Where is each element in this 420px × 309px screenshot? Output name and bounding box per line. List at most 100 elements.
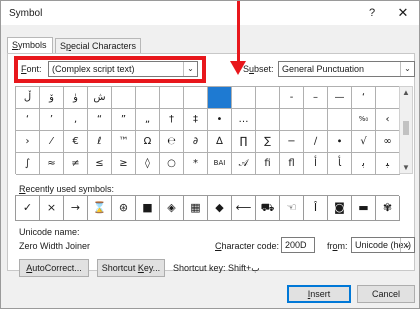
symbol-cell[interactable]: ۈ (64, 87, 88, 109)
symbol-cell[interactable]: - (280, 87, 304, 109)
dialog-title: Symbol (9, 8, 43, 19)
symbol-cell[interactable]: ⁄ (40, 131, 64, 153)
close-button[interactable]: ✕ (391, 4, 415, 22)
symbol-cell[interactable]: ∏ (232, 131, 256, 153)
symbol-cell[interactable]: ﬁ (256, 153, 280, 175)
recent-symbol-cell[interactable]: ✾ (376, 196, 400, 221)
symbol-cell[interactable]: ∫ (16, 153, 40, 175)
symbol-cell[interactable]: ∂ (184, 131, 208, 153)
symbol-grid-scrollbar[interactable]: ▲ ▼ (399, 86, 413, 174)
symbol-cell[interactable] (208, 87, 232, 109)
character-code-input[interactable]: 200D (281, 237, 315, 253)
from-select[interactable]: Unicode (hex) ⌄ (351, 237, 415, 253)
symbol-cell[interactable]: ‡ (184, 109, 208, 131)
tab-symbols[interactable]: Symbols (7, 37, 53, 54)
symbol-cell[interactable]: * (184, 153, 208, 175)
symbol-cell[interactable]: ≤ (88, 153, 112, 175)
autocorrect-button[interactable]: AutoCorrect... (19, 259, 89, 277)
symbol-cell[interactable]: ’ (40, 109, 64, 131)
symbol-cell[interactable]: ∙ (328, 131, 352, 153)
symbol-cell[interactable]: † (160, 109, 184, 131)
highlight-box (14, 56, 206, 83)
recent-symbol-cell[interactable]: ⟵ (232, 196, 256, 221)
symbol-cell[interactable]: ○ (160, 153, 184, 175)
symbol-cell[interactable]: ≥ (112, 153, 136, 175)
symbol-cell[interactable]: – (304, 87, 328, 109)
symbol-cell[interactable]: ∑ (256, 131, 280, 153)
symbol-cell[interactable]: 𝒜 (232, 153, 256, 175)
symbol-cell[interactable] (304, 109, 328, 131)
recent-symbol-cell[interactable]: ▬ (352, 196, 376, 221)
symbol-cell[interactable]: ∆ (208, 131, 232, 153)
recent-symbol-cell[interactable]: Î (304, 196, 328, 221)
chevron-down-icon: ⌄ (400, 238, 414, 252)
symbol-cell[interactable]: ℮ (160, 131, 184, 153)
symbol-cell[interactable] (232, 87, 256, 109)
shortcut-key-button[interactable]: Shortcut Key... (97, 259, 165, 277)
symbol-cell[interactable]: √ (352, 131, 376, 153)
symbol-cell[interactable]: ۆ (40, 87, 64, 109)
symbol-cell[interactable]: ﬂ (280, 153, 304, 175)
symbol-cell[interactable]: ڵ (16, 87, 40, 109)
symbol-cell[interactable]: ﺄ (328, 153, 352, 175)
symbol-cell[interactable]: … (232, 109, 256, 131)
recent-symbols-row: ✓ × → ⌛ ⊛ ■ ◈ ▦ ◆ ⟵ ⛟ ☜ Î ◙ ▬ ✾ (15, 195, 400, 221)
symbol-cell[interactable] (184, 87, 208, 109)
symbol-cell[interactable] (136, 87, 160, 109)
symbol-cell[interactable]: ‘ (352, 87, 376, 109)
scroll-thumb[interactable] (403, 121, 409, 135)
recent-symbol-cell[interactable]: × (40, 196, 64, 221)
recent-symbol-cell[interactable]: ◆ (208, 196, 232, 221)
insert-button[interactable]: Insert (287, 285, 351, 303)
symbol-cell[interactable]: ‘ (16, 109, 40, 131)
recent-symbol-cell[interactable]: ◈ (160, 196, 184, 221)
symbol-cell[interactable]: “ (88, 109, 112, 131)
symbol-cell[interactable]: ◊ (136, 153, 160, 175)
recent-symbol-cell[interactable]: → (64, 196, 88, 221)
symbol-cell[interactable]: Ω (136, 131, 160, 153)
symbol-cell[interactable]: ش (88, 87, 112, 109)
symbol-cell[interactable]: ﺒ (376, 153, 400, 175)
symbol-cell[interactable] (256, 87, 280, 109)
symbol-cell[interactable] (160, 87, 184, 109)
symbol-cell[interactable]: ‚ (64, 109, 88, 131)
recent-symbol-cell[interactable]: ⊛ (112, 196, 136, 221)
symbol-cell[interactable] (376, 87, 400, 109)
symbol-cell[interactable]: ≠ (64, 153, 88, 175)
symbol-cell[interactable]: ﺑ (352, 153, 376, 175)
symbol-cell[interactable]: %₀ (352, 109, 376, 131)
symbol-cell[interactable]: ﺃ (304, 153, 328, 175)
recent-symbol-cell[interactable]: ⌛ (88, 196, 112, 221)
symbol-cell[interactable]: › (16, 131, 40, 153)
recent-symbol-cell[interactable]: ✓ (16, 196, 40, 221)
symbol-cell[interactable]: € (64, 131, 88, 153)
recent-symbol-cell[interactable]: ☜ (280, 196, 304, 221)
symbol-cell[interactable]: • (208, 109, 232, 131)
recent-symbol-cell[interactable]: ◙ (328, 196, 352, 221)
symbol-cell[interactable] (280, 109, 304, 131)
symbol-cell[interactable] (256, 109, 280, 131)
symbol-cell[interactable] (112, 87, 136, 109)
scroll-down-icon[interactable]: ▼ (400, 163, 412, 172)
symbol-cell[interactable]: ∕ (304, 131, 328, 153)
symbol-cell[interactable]: — (328, 87, 352, 109)
symbol-cell[interactable]: ≈ (40, 153, 64, 175)
symbol-cell[interactable]: − (280, 131, 304, 153)
symbol-cell[interactable]: ™ (112, 131, 136, 153)
recent-symbol-cell[interactable]: ■ (136, 196, 160, 221)
scroll-up-icon[interactable]: ▲ (400, 88, 412, 97)
symbol-cell[interactable]: ‹ (376, 109, 400, 131)
symbol-cell[interactable]: ∞ (376, 131, 400, 153)
symbol-cell[interactable]: ℓ (88, 131, 112, 153)
chevron-down-icon: ⌄ (400, 62, 414, 76)
recent-symbol-cell[interactable]: ⛟ (256, 196, 280, 221)
symbol-cell[interactable]: „ (136, 109, 160, 131)
cancel-button[interactable]: Cancel (357, 285, 415, 303)
symbol-cell[interactable] (328, 109, 352, 131)
help-button[interactable]: ? (361, 4, 383, 22)
recent-symbol-cell[interactable]: ▦ (184, 196, 208, 221)
tab-special-characters[interactable]: Special Characters (55, 38, 141, 53)
subset-select[interactable]: General Punctuation ⌄ (278, 61, 415, 77)
symbol-cell[interactable]: ” (112, 109, 136, 131)
symbol-cell[interactable]: BAI (208, 153, 232, 175)
